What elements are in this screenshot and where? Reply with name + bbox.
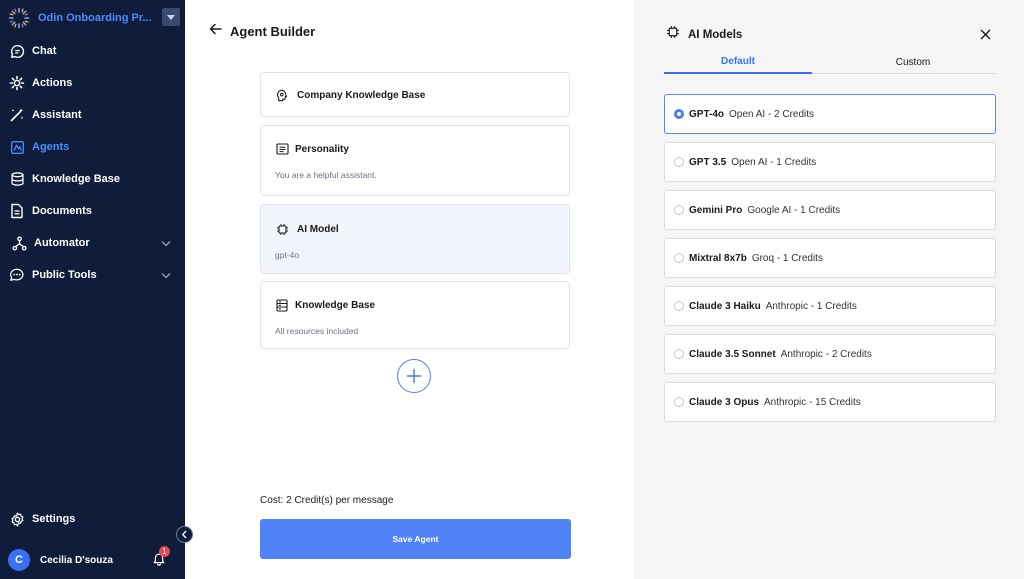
- chip-icon: [666, 25, 680, 44]
- radio-button[interactable]: [674, 157, 684, 167]
- sidebar-item-label: Actions: [32, 77, 73, 89]
- model-name: GPT 3.5: [689, 156, 727, 168]
- sidebar-item-label: Public Tools: [32, 269, 97, 281]
- chat-dots-icon: [9, 267, 25, 283]
- save-agent-button[interactable]: Save Agent: [260, 519, 571, 559]
- model-meta: Anthropic - 2 Credits: [780, 348, 872, 360]
- sidebar-item-actions[interactable]: Actions: [0, 71, 185, 95]
- workspace-logo-icon: [8, 7, 30, 29]
- card-subtitle: You are a helpful assistant.: [275, 170, 377, 180]
- radio-button[interactable]: [674, 109, 684, 119]
- card-company-knowledge-base[interactable]: Company Knowledge Base: [260, 72, 570, 117]
- user-profile[interactable]: C Cecilia D'souza 1: [0, 544, 185, 576]
- model-tabs: Default Custom: [664, 50, 996, 74]
- add-block-button[interactable]: [397, 359, 431, 393]
- page-header: Agent Builder: [209, 22, 315, 40]
- card-knowledge-base[interactable]: Knowledge Base All resources included: [260, 281, 570, 349]
- chevron-left-icon: [181, 530, 187, 539]
- sidebar-item-public-tools[interactable]: Public Tools: [0, 263, 185, 287]
- model-meta: Anthropic - 15 Credits: [764, 396, 861, 408]
- gear-sparkle-icon: [9, 75, 25, 91]
- model-meta: Open AI - 2 Credits: [729, 108, 815, 120]
- workspace-dropdown-button[interactable]: [162, 8, 180, 26]
- model-meta: Google AI - 1 Credits: [747, 204, 841, 216]
- model-meta: Anthropic - 1 Credits: [765, 300, 857, 312]
- list-icon: [275, 142, 289, 156]
- gear-icon: [9, 511, 25, 527]
- sidebar-item-knowledge-base[interactable]: Knowledge Base: [0, 167, 185, 191]
- collapse-sidebar-button[interactable]: [176, 526, 193, 543]
- card-title: Personality: [295, 143, 349, 155]
- user-name: Cecilia D'souza: [40, 554, 113, 566]
- sidebar-item-label: Assistant: [32, 109, 82, 121]
- model-option-gpt-3-5[interactable]: GPT 3.5 Open AI - 1 Credits: [664, 142, 996, 182]
- agent-icon: [9, 139, 25, 155]
- chat-bubble-icon: [9, 43, 25, 59]
- card-title: Company Knowledge Base: [297, 89, 426, 101]
- card-ai-model[interactable]: AI Model gpt-4o: [260, 204, 570, 274]
- chevron-down-icon: [161, 270, 171, 282]
- sidebar-item-chat[interactable]: Chat: [0, 39, 185, 63]
- page-title: Agent Builder: [230, 23, 316, 39]
- arrow-left-icon[interactable]: [209, 22, 222, 40]
- card-title: Knowledge Base: [295, 299, 376, 311]
- avatar[interactable]: C: [8, 549, 30, 571]
- sidebar-item-label: Documents: [32, 205, 92, 217]
- sidebar-item-automator[interactable]: Automator: [0, 231, 185, 255]
- model-option-claude-3-5-sonnet[interactable]: Claude 3.5 Sonnet Anthropic - 2 Credits: [664, 334, 996, 374]
- radio-button[interactable]: [674, 253, 684, 263]
- database-icon: [9, 171, 25, 187]
- tab-default[interactable]: Default: [664, 50, 812, 74]
- sidebar-item-documents[interactable]: Documents: [0, 199, 185, 223]
- card-subtitle: All resources included: [275, 326, 359, 336]
- model-option-claude-3-opus[interactable]: Claude 3 Opus Anthropic - 15 Credits: [664, 382, 996, 422]
- book-list-icon: [275, 298, 289, 312]
- model-name: Mixtral 8x7b: [689, 252, 747, 264]
- brain-head-icon: [275, 88, 289, 102]
- radio-button[interactable]: [674, 301, 684, 311]
- model-option-gpt-4o[interactable]: GPT-4o Open AI - 2 Credits: [664, 94, 996, 134]
- agent-builder: Agent Builder Company Knowledge Base Per…: [185, 0, 634, 579]
- workspace-switcher[interactable]: Odin Onboarding Pr...: [8, 6, 180, 30]
- chevron-down-icon: [161, 238, 171, 250]
- sidebar-item-agents[interactable]: Agents: [0, 135, 185, 159]
- model-name: Claude 3 Haiku: [689, 300, 761, 312]
- model-option-claude-3-haiku[interactable]: Claude 3 Haiku Anthropic - 1 Credits: [664, 286, 996, 326]
- settings-label: Settings: [32, 513, 76, 525]
- sidebar-item-assistant[interactable]: Assistant: [0, 103, 185, 127]
- sidebar-item-label: Agents: [32, 141, 70, 153]
- model-name: Claude 3 Opus: [689, 396, 760, 408]
- caret-down-icon: [167, 14, 175, 20]
- model-meta: Groq - 1 Credits: [751, 252, 823, 264]
- card-title: AI Model: [297, 223, 339, 235]
- workspace-name: Odin Onboarding Pr...: [38, 12, 152, 24]
- document-icon: [9, 203, 25, 219]
- model-name: Claude 3.5 Sonnet: [689, 348, 776, 360]
- tab-custom[interactable]: Custom: [830, 50, 996, 74]
- sidebar-item-label: Automator: [34, 237, 90, 249]
- card-subtitle: gpt-4o: [275, 250, 300, 260]
- sidebar: Odin Onboarding Pr... Chat Actions Assis…: [0, 0, 185, 579]
- magic-wand-icon: [9, 107, 25, 123]
- flow-icon: [11, 235, 27, 251]
- radio-button[interactable]: [674, 397, 684, 407]
- model-name: GPT-4o: [689, 108, 725, 120]
- ai-models-panel: AI Models Default Custom GPT-4o Open AI …: [634, 0, 1024, 579]
- card-personality[interactable]: Personality You are a helpful assistant.: [260, 125, 570, 196]
- sidebar-item-settings[interactable]: Settings: [0, 507, 185, 531]
- chip-icon: [275, 222, 289, 236]
- panel-title: AI Models: [688, 28, 743, 41]
- model-name: Gemini Pro: [689, 204, 743, 216]
- close-icon[interactable]: [980, 27, 991, 45]
- model-option-gemini-pro[interactable]: Gemini Pro Google AI - 1 Credits: [664, 190, 996, 230]
- cost-text: Cost: 2 Credit(s) per message: [260, 495, 394, 506]
- sidebar-item-label: Knowledge Base: [32, 173, 121, 185]
- plus-icon: [406, 368, 422, 384]
- sidebar-item-label: Chat: [32, 45, 57, 57]
- radio-button[interactable]: [674, 349, 684, 359]
- model-meta: Open AI - 1 Credits: [731, 156, 817, 168]
- radio-button[interactable]: [674, 205, 684, 215]
- model-option-mixtral[interactable]: Mixtral 8x7b Groq - 1 Credits: [664, 238, 996, 278]
- notification-badge: 1: [159, 546, 170, 557]
